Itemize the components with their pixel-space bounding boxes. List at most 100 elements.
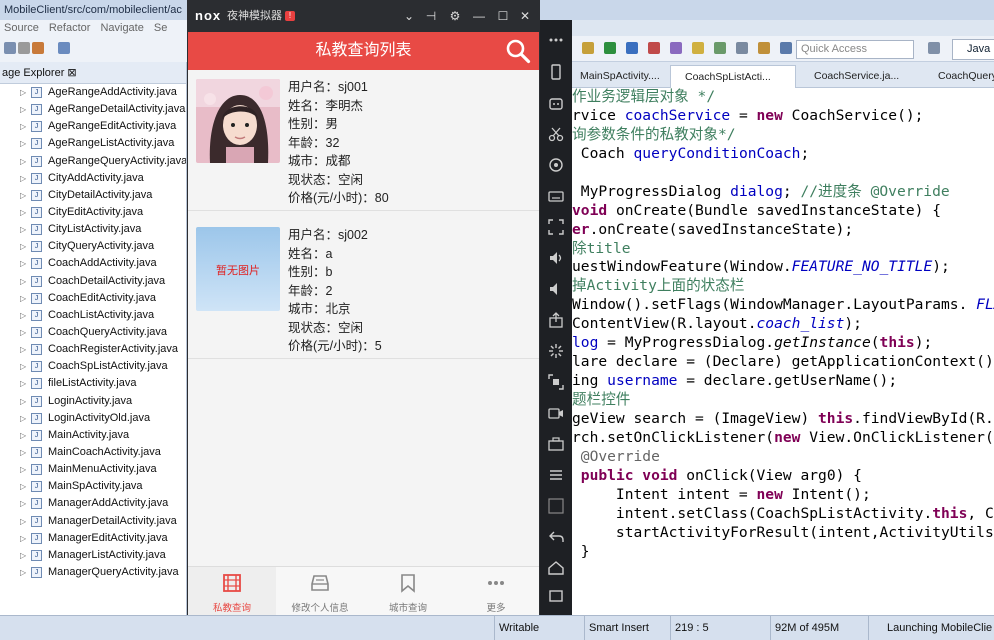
file-tree-item[interactable]: ▷ J CoachRegisterActivity.java <box>0 341 186 358</box>
expand-arrow-icon[interactable]: ▷ <box>20 273 26 290</box>
file-tree-item[interactable]: ▷ J ManagerAddActivity.java <box>0 495 186 512</box>
file-tree-item[interactable]: ▷ J CoachSpListActivity.java <box>0 358 186 375</box>
home-icon[interactable] <box>548 560 564 576</box>
scissors-icon[interactable] <box>548 126 564 142</box>
file-tree-item[interactable]: ▷ J AgeRangeQueryActivity.java <box>0 153 186 170</box>
file-tree-item[interactable]: ▷ JfileListActivity.java <box>0 375 186 392</box>
expand-arrow-icon[interactable]: ▷ <box>20 375 26 392</box>
toolbar-icon[interactable] <box>582 42 594 54</box>
file-tree-item[interactable]: ▷ J AgeRangeAddActivity.java <box>0 84 186 101</box>
menu-navigate[interactable]: Navigate <box>100 22 143 34</box>
more-icon[interactable] <box>548 32 564 48</box>
keyboard-icon[interactable] <box>548 188 564 204</box>
editor-tab[interactable]: CoachQuery <box>924 65 994 88</box>
tab-coach-query[interactable]: 私教查询 <box>188 567 276 616</box>
file-tree-item[interactable]: ▷ J LoginActivity.java <box>0 393 186 410</box>
back-icon[interactable] <box>548 529 564 545</box>
menu-icon[interactable] <box>548 467 564 483</box>
toolbar-icon[interactable] <box>604 42 616 54</box>
collapse-icon[interactable]: ⌄ <box>399 0 419 32</box>
expand-arrow-icon[interactable]: ▷ <box>20 495 26 512</box>
menu-search[interactable]: Se <box>154 22 167 34</box>
expand-arrow-icon[interactable]: ▷ <box>20 393 26 410</box>
expand-arrow-icon[interactable]: ▷ <box>20 307 26 324</box>
toolbar-icon[interactable] <box>714 42 726 54</box>
file-tree-item[interactable]: ▷ J MainActivity.java <box>0 427 186 444</box>
expand-arrow-icon[interactable]: ▷ <box>20 324 26 341</box>
file-tree-item[interactable]: ▷ J CoachAddActivity.java <box>0 255 186 272</box>
file-tree-item[interactable]: ▷ J CityListActivity.java <box>0 221 186 238</box>
pin-icon[interactable]: ⊣ <box>421 0 441 32</box>
expand-arrow-icon[interactable]: ▷ <box>20 290 26 307</box>
maximize-button[interactable]: ☐ <box>493 0 513 32</box>
alert-badge[interactable]: ! <box>285 11 295 21</box>
expand-arrow-icon[interactable]: ▷ <box>20 341 26 358</box>
file-tree-item[interactable]: ▷ J AgeRangeListActivity.java <box>0 135 186 152</box>
multi-window-icon[interactable] <box>548 498 564 514</box>
expand-arrow-icon[interactable]: ▷ <box>20 84 26 101</box>
menu-source[interactable]: Source <box>4 22 39 34</box>
file-tree-item[interactable]: ▷ J CoachQueryActivity.java <box>0 324 186 341</box>
expand-arrow-icon[interactable]: ▷ <box>20 547 26 564</box>
file-tree-item[interactable]: ▷ J MainSpActivity.java <box>0 478 186 495</box>
toolbar-icon[interactable] <box>18 42 30 54</box>
file-tree-item[interactable]: ▷ J CityAddActivity.java <box>0 170 186 187</box>
list-item[interactable]: 用户名：sj001 姓名：李明杰 性别：男 年龄：32 城市：成都 现状态：空闲… <box>188 70 539 211</box>
file-tree-item[interactable]: ▷ J CoachListActivity.java <box>0 307 186 324</box>
expand-arrow-icon[interactable]: ▷ <box>20 444 26 461</box>
tab-edit-profile[interactable]: 修改个人信息 <box>276 567 364 616</box>
expand-arrow-icon[interactable]: ▷ <box>20 135 26 152</box>
toolbar-icon[interactable] <box>4 42 16 54</box>
expand-arrow-icon[interactable]: ▷ <box>20 530 26 547</box>
menu-refactor[interactable]: Refactor <box>49 22 91 34</box>
expand-arrow-icon[interactable]: ▷ <box>20 153 26 170</box>
fullscreen-icon[interactable] <box>548 219 564 235</box>
expand-arrow-icon[interactable]: ▷ <box>20 204 26 221</box>
editor-tab-active[interactable]: CoachSpListActi... <box>670 65 796 88</box>
expand-arrow-icon[interactable]: ▷ <box>20 187 26 204</box>
file-tree-item[interactable]: ▷ J AgeRangeDetailActivity.java <box>0 101 186 118</box>
file-tree-item[interactable]: ▷ J CityQueryActivity.java <box>0 238 186 255</box>
java-perspective-button[interactable]: Java <box>952 39 994 60</box>
expand-arrow-icon[interactable]: ▷ <box>20 255 26 272</box>
file-tree-item[interactable]: ▷ J CoachDetailActivity.java <box>0 273 186 290</box>
settings-gear-icon[interactable]: ⚙ <box>445 0 465 32</box>
robot-icon[interactable] <box>548 95 564 111</box>
expand-arrow-icon[interactable]: ▷ <box>20 170 26 187</box>
toolbar-icon[interactable] <box>626 42 638 54</box>
apk-install-icon[interactable] <box>548 312 564 328</box>
file-tree-item[interactable]: ▷ J CityDetailActivity.java <box>0 187 186 204</box>
package-explorer-tab[interactable]: age Explorer ⊠ <box>0 62 186 84</box>
source-code[interactable]: 作业务逻辑层对象 */rvice coachService = new Coac… <box>572 88 994 561</box>
file-tree-item[interactable]: ▷ J AgeRangeEditActivity.java <box>0 118 186 135</box>
expand-arrow-icon[interactable]: ▷ <box>20 101 26 118</box>
expand-arrow-icon[interactable]: ▷ <box>20 221 26 238</box>
expand-arrow-icon[interactable]: ▷ <box>20 564 26 581</box>
file-tree-item[interactable]: ▷ J ManagerListActivity.java <box>0 547 186 564</box>
file-tree-item[interactable]: ▷ J LoginActivityOld.java <box>0 410 186 427</box>
expand-arrow-icon[interactable]: ▷ <box>20 513 26 530</box>
list-item[interactable]: 暂无图片 用户名：sj002 姓名：a 性别：b 年龄：2 城市：北京 现状态：… <box>188 218 539 359</box>
volume-up-icon[interactable] <box>548 250 564 266</box>
volume-down-icon[interactable] <box>548 281 564 297</box>
location-icon[interactable] <box>548 157 564 173</box>
video-icon[interactable] <box>548 405 564 421</box>
close-button[interactable]: ✕ <box>515 0 535 32</box>
tab-more[interactable]: 更多 <box>452 567 540 616</box>
toolbar-icon[interactable] <box>692 42 704 54</box>
expand-arrow-icon[interactable]: ▷ <box>20 478 26 495</box>
search-icon[interactable] <box>505 38 531 64</box>
screenshot-icon[interactable] <box>548 374 564 390</box>
file-tree-item[interactable]: ▷ J MainMenuActivity.java <box>0 461 186 478</box>
toolbar-icon[interactable] <box>736 42 748 54</box>
toolbox-icon[interactable] <box>548 436 564 452</box>
expand-arrow-icon[interactable]: ▷ <box>20 238 26 255</box>
file-tree-item[interactable]: ▷ J MainCoachActivity.java <box>0 444 186 461</box>
toolbar-icon[interactable] <box>780 42 792 54</box>
status-task[interactable]: Launching MobileClie <box>868 616 994 640</box>
recent-apps-icon[interactable] <box>548 588 564 604</box>
editor-tab[interactable]: MainSpActivity.... <box>572 65 666 88</box>
file-tree-item[interactable]: ▷ J ManagerEditActivity.java <box>0 530 186 547</box>
expand-arrow-icon[interactable]: ▷ <box>20 118 26 135</box>
code-editor[interactable]: MainSpActivity.... CoachSpListActi... Co… <box>572 62 994 615</box>
